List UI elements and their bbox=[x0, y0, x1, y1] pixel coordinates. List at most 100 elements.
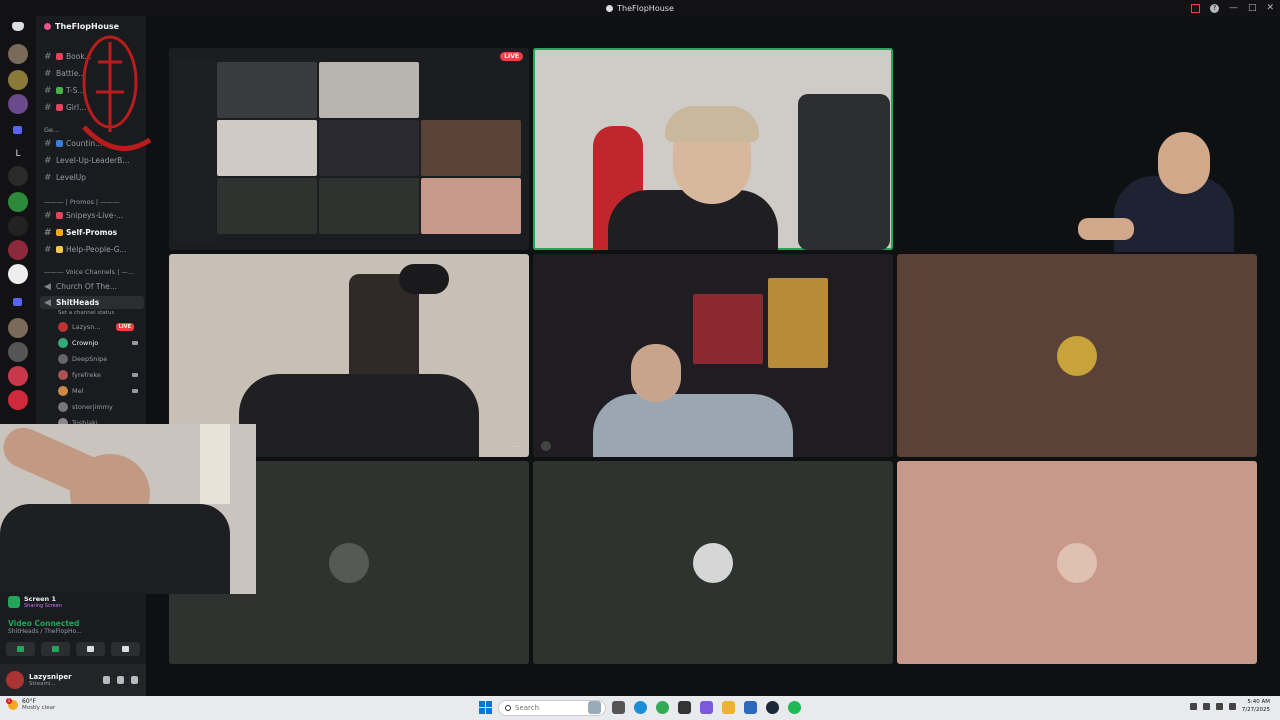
folder-icon[interactable] bbox=[722, 701, 735, 714]
start-icon[interactable] bbox=[479, 701, 492, 714]
weather-widget[interactable]: 1 60°F Mostly clear bbox=[6, 697, 55, 711]
server-icon-1[interactable] bbox=[8, 44, 28, 64]
video-tile-speaking[interactable] bbox=[533, 48, 893, 250]
video-tile-avatar[interactable] bbox=[533, 461, 893, 664]
picture-in-picture-cam[interactable] bbox=[0, 424, 256, 594]
voice-channel-church[interactable]: ◀ Church Of The... bbox=[44, 280, 144, 293]
soundboard-button[interactable] bbox=[111, 642, 140, 656]
server-icon-8[interactable] bbox=[8, 264, 28, 284]
network-icon[interactable] bbox=[1215, 702, 1223, 710]
channel-item-self-promos[interactable]: # Self-Promos bbox=[44, 226, 144, 239]
avatar bbox=[6, 671, 24, 689]
avatar bbox=[58, 402, 68, 412]
video-tile-avatar[interactable] bbox=[897, 461, 1257, 664]
chevron-up-icon[interactable] bbox=[1189, 702, 1197, 710]
server-icon-3[interactable] bbox=[8, 94, 28, 114]
video-tile-avatar[interactable] bbox=[897, 254, 1257, 457]
channel-emoji-icon bbox=[56, 229, 63, 236]
speaker-icon: ◀ bbox=[44, 281, 51, 292]
files-icon[interactable] bbox=[612, 701, 625, 714]
focus-icon[interactable] bbox=[541, 441, 551, 451]
discord-home-icon[interactable] bbox=[12, 22, 24, 31]
person-body-shape bbox=[593, 394, 793, 457]
spotify-icon[interactable] bbox=[788, 701, 801, 714]
avatar bbox=[693, 542, 733, 583]
window-title: TheFlopHouse bbox=[606, 4, 674, 13]
hash-icon: # bbox=[44, 155, 52, 166]
user-panel[interactable]: Lazysniper Streami... bbox=[0, 664, 146, 696]
chrome-icon[interactable] bbox=[656, 701, 669, 714]
task-view-icon[interactable] bbox=[588, 701, 601, 714]
minimize-button[interactable]: — bbox=[1229, 2, 1238, 14]
discord-taskbar-icon[interactable] bbox=[700, 701, 713, 714]
avatar bbox=[1057, 542, 1097, 583]
help-icon[interactable]: ? bbox=[1209, 3, 1219, 13]
server-icon-2[interactable] bbox=[8, 70, 28, 90]
person-body-shape bbox=[239, 374, 479, 457]
screen-share-icon bbox=[52, 646, 59, 652]
screen-share-tile[interactable]: LIVE bbox=[169, 48, 529, 250]
maximize-button[interactable]: □ bbox=[1248, 2, 1257, 14]
voice-status-title: Video Connected bbox=[8, 619, 80, 628]
server-icon-9[interactable] bbox=[8, 318, 28, 338]
notification-badge: 1 bbox=[6, 697, 12, 704]
microphone-icon[interactable] bbox=[103, 676, 110, 684]
voice-user[interactable]: Mel bbox=[58, 384, 144, 398]
category-promos[interactable]: ——— | Promos | ——— bbox=[44, 198, 144, 206]
voice-user[interactable]: stonerjimmy bbox=[58, 400, 144, 414]
server-icon-7[interactable] bbox=[8, 240, 28, 260]
app-icon[interactable] bbox=[678, 701, 691, 714]
headphones-icon[interactable] bbox=[117, 676, 124, 684]
channel-item[interactable]: # LevelUp bbox=[44, 171, 144, 184]
channel-emoji-icon bbox=[56, 53, 63, 60]
server-icon-11[interactable] bbox=[8, 366, 28, 386]
steam-icon[interactable] bbox=[766, 701, 779, 714]
voice-status-subtitle: ShitHeads / TheFlopHo... bbox=[8, 628, 82, 635]
ss-cell bbox=[421, 178, 521, 234]
voice-user-name: fyrefreke bbox=[72, 371, 101, 379]
microphone-tray-icon[interactable] bbox=[1202, 702, 1210, 710]
voice-user[interactable]: DeepSnipe bbox=[58, 352, 144, 366]
server-icon-12[interactable] bbox=[8, 390, 28, 410]
inbox-icon[interactable] bbox=[1190, 3, 1200, 13]
hash-icon: # bbox=[44, 85, 52, 96]
folder-icon[interactable] bbox=[13, 126, 22, 134]
video-tile[interactable] bbox=[533, 254, 893, 457]
folder-icon-2[interactable] bbox=[13, 298, 22, 306]
voice-user[interactable]: Crownjo bbox=[58, 336, 144, 350]
channel-item[interactable]: # Help-People-G... bbox=[44, 243, 144, 256]
channel-label: LevelUp bbox=[56, 173, 87, 182]
user-info: Lazysniper Streami... bbox=[29, 673, 72, 687]
channel-status[interactable]: Set a channel status bbox=[58, 310, 114, 316]
screen-share-button[interactable] bbox=[41, 642, 70, 656]
hash-icon: # bbox=[44, 210, 52, 221]
video-cam-floating[interactable] bbox=[1070, 120, 1240, 252]
edge-icon[interactable] bbox=[634, 701, 647, 714]
ss-cell bbox=[217, 62, 317, 118]
close-button[interactable]: ✕ bbox=[1266, 2, 1274, 14]
server-icon-10[interactable] bbox=[8, 342, 28, 362]
gear-icon[interactable] bbox=[131, 676, 138, 684]
volume-icon[interactable] bbox=[1228, 702, 1236, 710]
server-icon-6[interactable] bbox=[8, 216, 28, 236]
channel-item[interactable]: # Snipeys-Live-... bbox=[44, 209, 144, 222]
screen-share-row[interactable]: Screen 1 Sharing Screen bbox=[8, 594, 140, 610]
category-voice[interactable]: ——— Voice Channels | —... bbox=[44, 268, 144, 276]
server-letter-icon[interactable]: L bbox=[8, 144, 28, 164]
clock[interactable]: 5:40 AM 7/27/2025 bbox=[1242, 698, 1270, 714]
screen-share-title: Screen 1 bbox=[24, 595, 56, 603]
voice-user[interactable]: fyrefreke bbox=[58, 368, 144, 382]
store-icon[interactable] bbox=[744, 701, 757, 714]
activity-button[interactable] bbox=[76, 642, 105, 656]
camera-button[interactable] bbox=[6, 642, 35, 656]
voice-connection-status[interactable]: Video Connected ShitHeads / TheFlopHo... bbox=[8, 619, 140, 635]
voice-channel-shitheads[interactable]: ◀ ShitHeads bbox=[44, 296, 144, 309]
search-input[interactable] bbox=[515, 704, 595, 712]
server-icon-4[interactable] bbox=[8, 166, 28, 186]
poster-shape bbox=[693, 294, 763, 364]
more-options-icon[interactable]: ⋯ bbox=[513, 442, 521, 451]
server-icon-5[interactable] bbox=[8, 192, 28, 212]
window-title-text: TheFlopHouse bbox=[617, 3, 674, 13]
ss-cell bbox=[217, 178, 317, 234]
voice-user[interactable]: Lazysn... LIVE bbox=[58, 320, 144, 334]
